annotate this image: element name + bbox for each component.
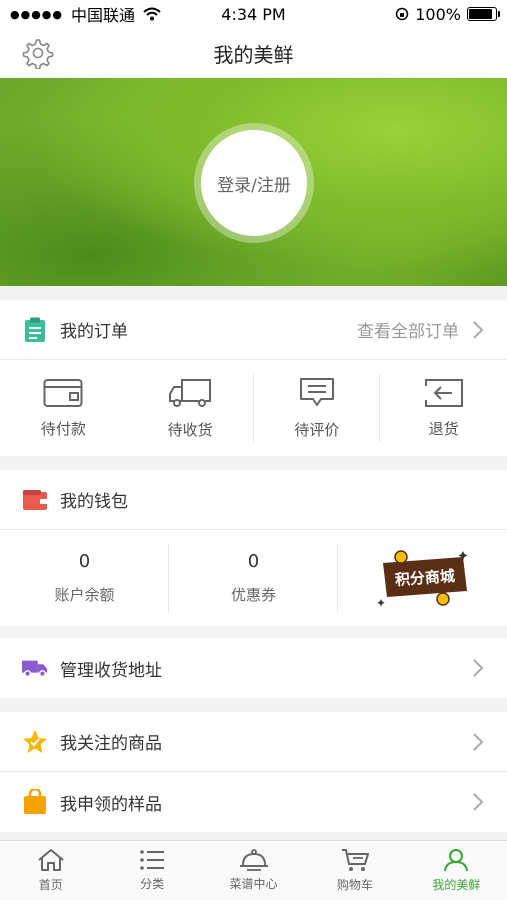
address-card: 管理收货地址 (0, 638, 507, 698)
signal-icon: ●●●●● (10, 7, 63, 21)
order-returns[interactable]: 退货 (380, 360, 507, 456)
list-icon (140, 850, 165, 870)
orders-title: 我的订单 (60, 322, 128, 342)
balance-value: 0 (78, 551, 91, 572)
tab-recipes-label: 菜谱中心 (229, 877, 278, 891)
chevron-right-icon (473, 659, 484, 677)
tab-home-label: 首页 (38, 878, 63, 892)
order-pending-review[interactable]: 待评价 (254, 360, 381, 456)
order-status-grid: 待付款 待收货 待评价 退货 (0, 360, 507, 456)
order-returns-label: 退货 (428, 419, 459, 438)
points-mall-button[interactable]: 积分商城 (338, 530, 507, 626)
avatar-ring: 登录/注册 (194, 123, 314, 243)
truck-icon (169, 378, 212, 407)
chevron-right-icon (473, 320, 484, 339)
tab-category-label: 分类 (140, 877, 165, 891)
chevron-right-icon (473, 732, 484, 751)
battery-icon (467, 7, 500, 21)
status-bar: ●●●●● 中国联通 4:34 PM 100% (0, 0, 507, 28)
order-pending-review-label: 待评价 (294, 420, 340, 439)
nav-bar: 我的美鲜 (0, 28, 507, 78)
manage-address-row[interactable]: 管理收货地址 (0, 638, 507, 698)
samples-row[interactable]: 我申领的样品 (0, 772, 507, 832)
wallet-card: 我的钱包 0 账户余额 0 优惠券 积分商城 (0, 470, 507, 626)
balance-label: 账户余额 (54, 586, 115, 604)
login-register-button[interactable]: 登录/注册 (201, 130, 307, 236)
favorites-card: 我关注的商品 我申领的样品 (0, 712, 507, 832)
samples-label: 我申领的样品 (60, 794, 162, 815)
tab-category[interactable]: 分类 (101, 841, 202, 900)
points-mall-badge: 积分商城 (376, 550, 467, 607)
coupon-value: 0 (247, 551, 260, 572)
wifi-icon (143, 7, 161, 21)
bottom-tab-bar: 首页 分类 菜谱中心 购物车 我的美鲜 (0, 840, 507, 900)
manage-address-label: 管理收货地址 (60, 660, 162, 681)
orders-card: 我的订单 查看全部订单 待付款 待收货 待评价 退货 (0, 300, 507, 456)
star-icon (22, 729, 48, 755)
tab-recipes[interactable]: 菜谱中心 (203, 841, 304, 900)
tab-cart[interactable]: 购物车 (304, 841, 405, 900)
orders-header-row[interactable]: 我的订单 查看全部订单 (0, 300, 507, 360)
carrier-label: 中国联通 (71, 6, 136, 25)
tab-cart-label: 购物车 (336, 878, 373, 892)
profile-banner: 登录/注册 (0, 78, 507, 286)
account-balance[interactable]: 0 账户余额 (0, 530, 169, 626)
tab-my-meixian-label: 我的美鲜 (432, 878, 481, 892)
chevron-right-icon (473, 793, 484, 811)
wallet-grid: 0 账户余额 0 优惠券 积分商城 (0, 530, 507, 626)
tab-my-meixian[interactable]: 我的美鲜 (406, 841, 507, 900)
rotation-lock-icon (396, 7, 409, 21)
favorites-label: 我关注的商品 (60, 734, 162, 754)
favorites-row[interactable]: 我关注的商品 (0, 712, 507, 772)
return-icon (424, 378, 463, 407)
order-pending-receipt[interactable]: 待收货 (127, 360, 254, 456)
coupon-label: 优惠券 (230, 586, 276, 604)
gear-icon[interactable] (22, 37, 54, 69)
wallet-title: 我的钱包 (60, 492, 128, 512)
wallet-header-row[interactable]: 我的钱包 (0, 470, 507, 530)
order-pending-payment[interactable]: 待付款 (0, 360, 127, 456)
battery-percent: 100% (415, 4, 461, 24)
cart-icon (341, 849, 369, 871)
comment-icon (299, 377, 334, 406)
coupons[interactable]: 0 优惠券 (169, 530, 338, 626)
user-icon (444, 849, 469, 872)
order-pending-receipt-label: 待收货 (167, 420, 213, 439)
delivery-truck-icon (22, 655, 48, 681)
login-register-label: 登录/注册 (217, 175, 291, 196)
clipboard-icon (22, 317, 48, 343)
status-time: 4:34 PM (221, 4, 286, 24)
tab-home[interactable]: 首页 (0, 841, 101, 900)
page-title: 我的美鲜 (213, 42, 294, 67)
order-pending-payment-label: 待付款 (40, 419, 86, 438)
cloche-icon (239, 849, 268, 871)
wallet-card-icon (43, 378, 83, 407)
wallet-icon (22, 487, 48, 513)
shopping-bag-icon (22, 789, 48, 815)
home-icon (38, 849, 64, 871)
view-all-orders-link[interactable]: 查看全部订单 (357, 317, 459, 342)
